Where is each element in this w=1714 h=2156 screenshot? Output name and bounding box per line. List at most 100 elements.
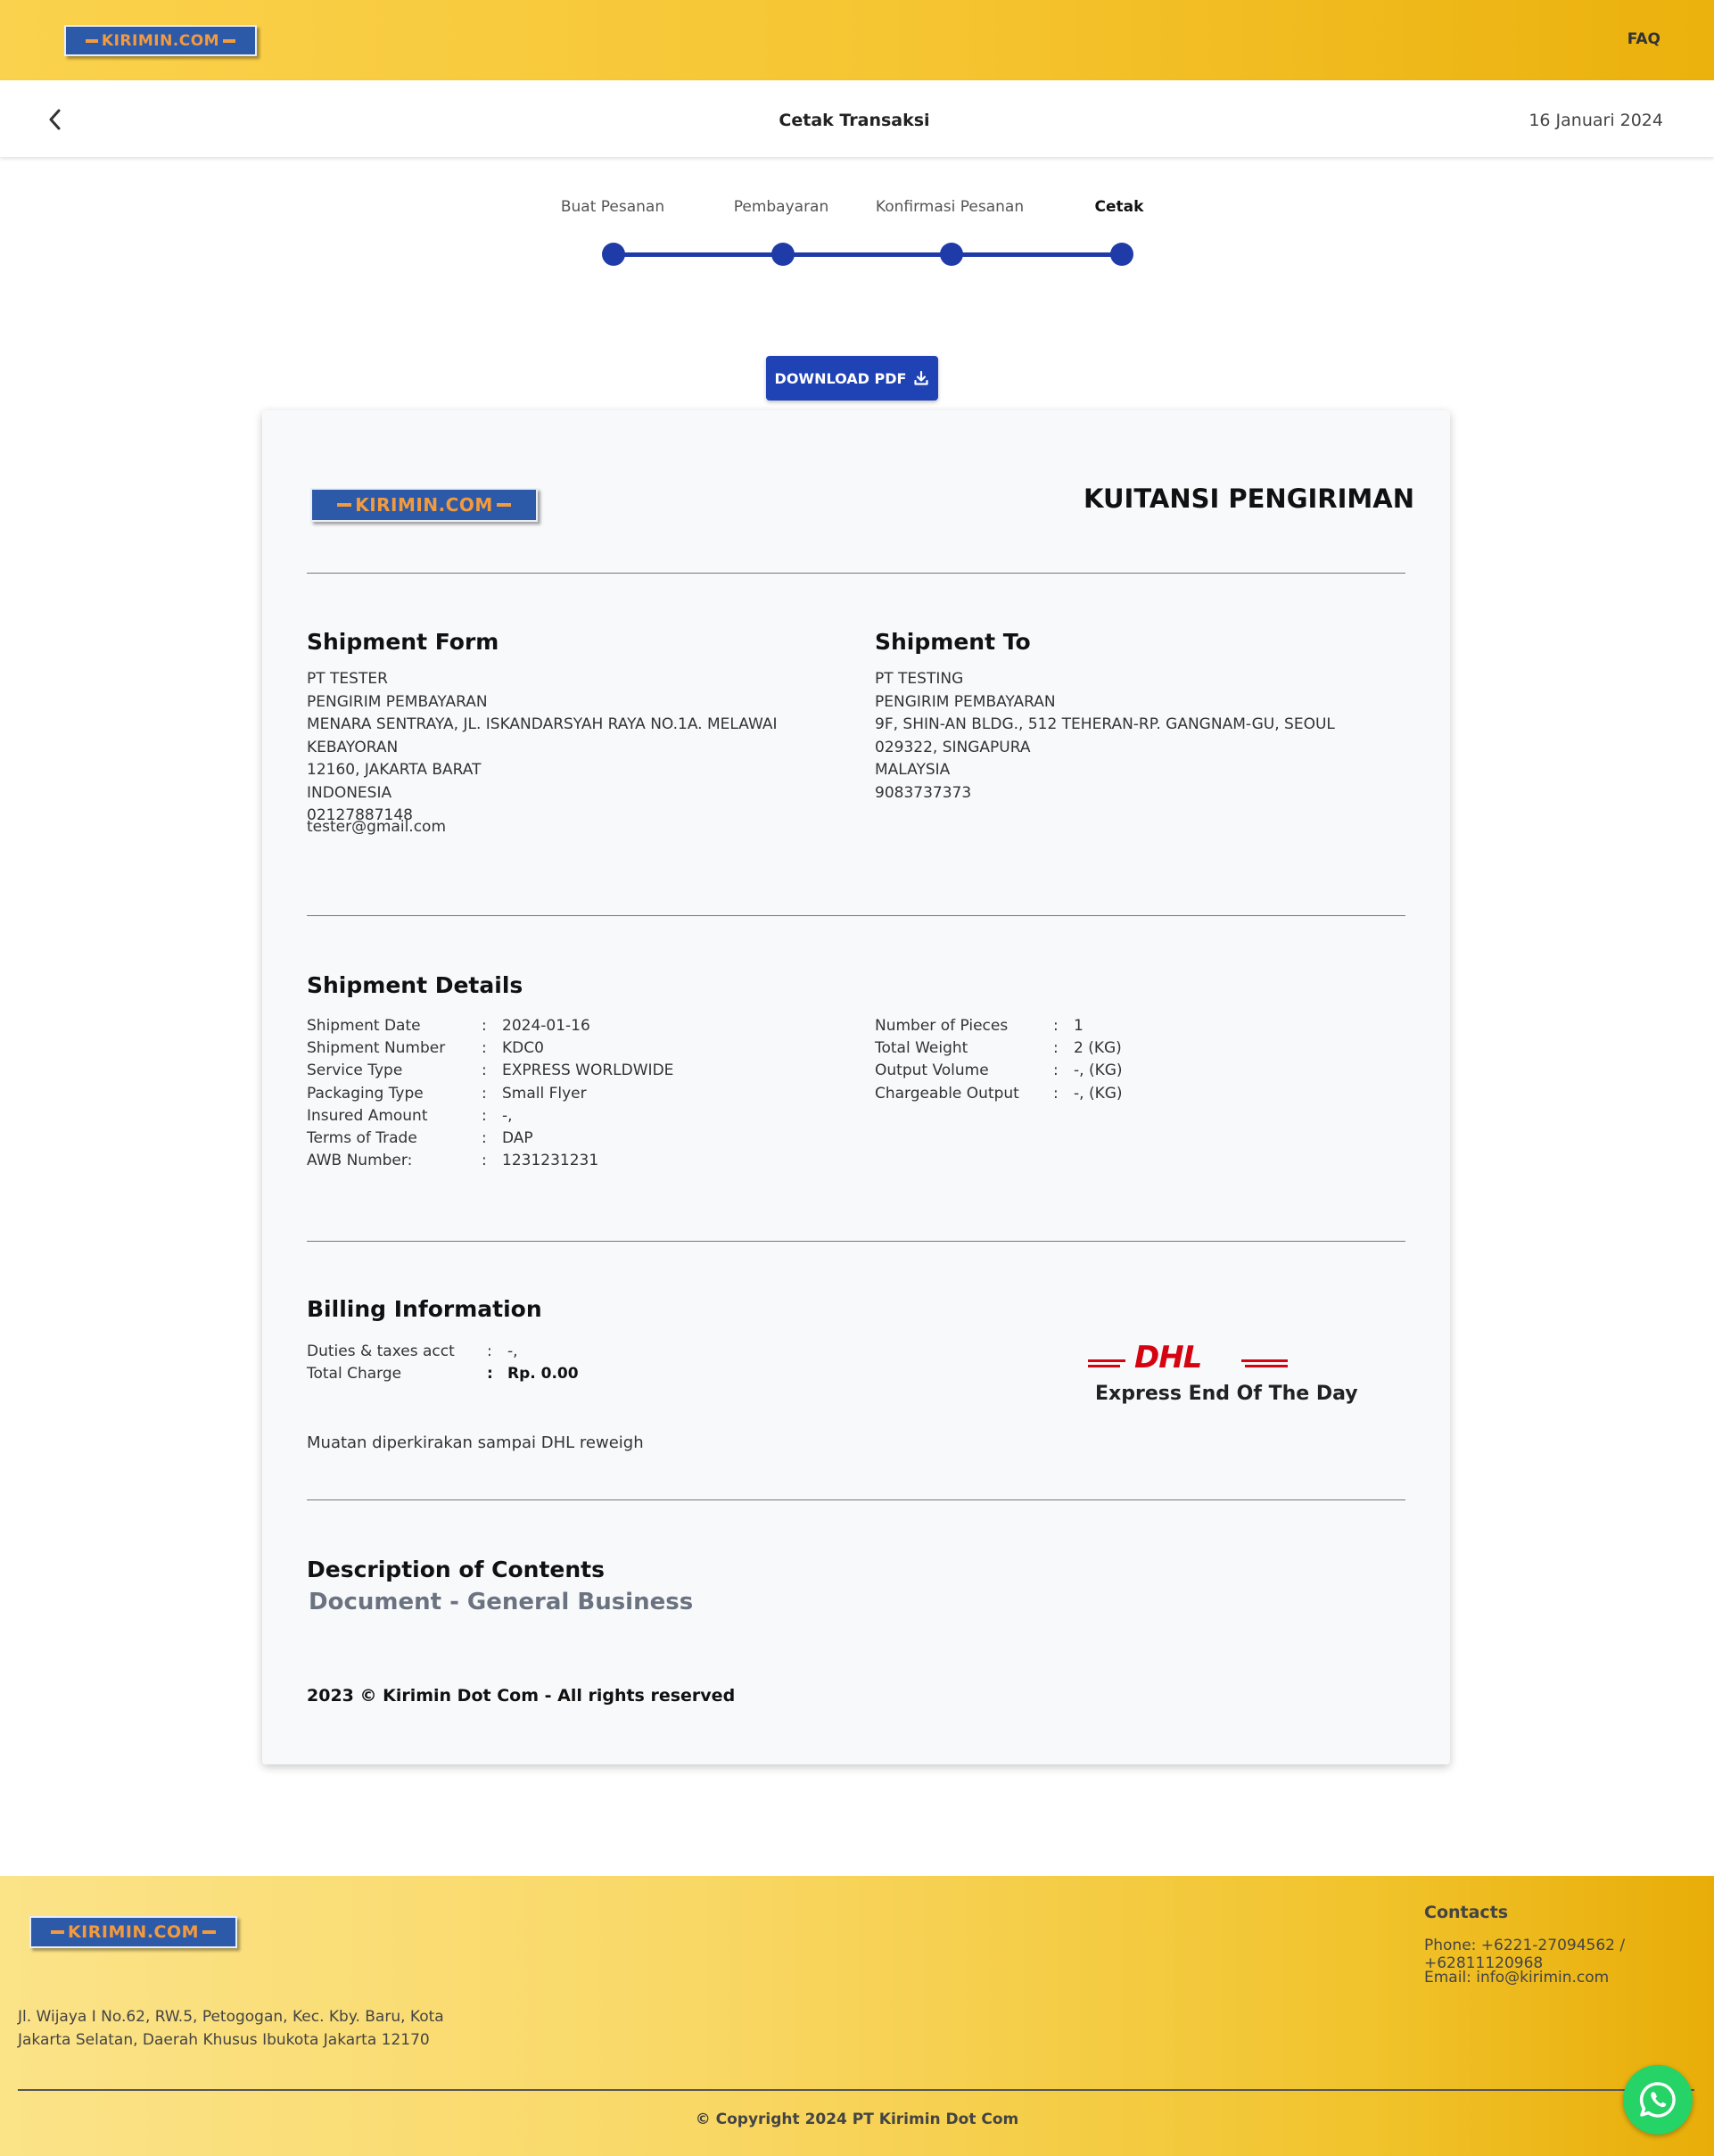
- receipt-copyright: 2023 © Kirimin Dot Com - All rights rese…: [307, 1686, 736, 1706]
- detail-label: Chargeable Output: [875, 1084, 1019, 1103]
- detail-row: Terms of Trade: DAP: [307, 1128, 806, 1150]
- billing-colon: :: [487, 1365, 493, 1384]
- step-dot-1: [602, 243, 625, 266]
- shipment-to-line: 029322, SINGAPURA: [875, 738, 1031, 756]
- footer-divider: [18, 2089, 1694, 2091]
- billing-row: Duties & taxes acct: -,: [307, 1341, 663, 1363]
- billing-note: Muatan diperkirakan sampai DHL reweigh: [307, 1433, 644, 1452]
- detail-label: Total Weight: [875, 1039, 968, 1058]
- contact-phone[interactable]: Phone: +6221-27094562 / +62811120968: [1424, 1937, 1714, 1972]
- shipment-from-line: INDONESIA: [307, 783, 392, 802]
- receipt-logo: KIRIMIN.COM: [310, 488, 538, 522]
- step-dot-3: [940, 243, 963, 266]
- detail-value: KDC0: [502, 1039, 544, 1058]
- detail-label: Terms of Trade: [307, 1128, 417, 1147]
- detail-row: Packaging Type: Small Flyer: [307, 1083, 806, 1105]
- detail-value: 1231231231: [502, 1152, 599, 1170]
- detail-label: Service Type: [307, 1061, 403, 1080]
- whatsapp-icon: [1639, 2082, 1676, 2118]
- shipment-details-right: Number of Pieces:1 Total Weight:2 (KG) O…: [875, 1015, 1374, 1105]
- detail-row: Service Type: EXPRESS WORLDWIDE: [307, 1060, 806, 1082]
- shipment-from-email: tester@gmail.com: [307, 818, 447, 836]
- detail-row: Total Weight:2 (KG): [875, 1037, 1374, 1060]
- detail-value: EXPRESS WORLDWIDE: [502, 1061, 674, 1080]
- step-label-pembayaran: Pembayaran: [733, 198, 829, 216]
- detail-row: Shipment Number: KDC0: [307, 1037, 806, 1060]
- detail-colon: :: [1053, 1084, 1059, 1103]
- detail-row: Insured Amount: -,: [307, 1105, 806, 1128]
- detail-colon: :: [1053, 1039, 1059, 1058]
- contact-email[interactable]: Email: info@kirimin.com: [1424, 1969, 1609, 1987]
- footer-logo[interactable]: KIRIMIN.COM: [29, 1916, 237, 1948]
- contacts-title: Contacts: [1424, 1903, 1509, 1922]
- detail-value: 2 (KG): [1074, 1039, 1122, 1058]
- contents-heading: Description of Contents: [307, 1557, 606, 1582]
- page-date: 16 Januari 2024: [1529, 111, 1663, 130]
- detail-label: Number of Pieces: [875, 1017, 1009, 1035]
- shipment-to-line: 9F, SHIN-AN BLDG., 512 TEHERAN-RP. GANGN…: [875, 715, 1335, 733]
- shipment-details-heading: Shipment Details: [307, 972, 523, 998]
- detail-value: DAP: [502, 1128, 533, 1147]
- step-dot-2: [771, 243, 795, 266]
- shipment-to-line: 9083737373: [875, 783, 972, 802]
- detail-value: -,: [502, 1106, 513, 1125]
- detail-label: Output Volume: [875, 1061, 989, 1080]
- contents-value: Document - General Business: [309, 1589, 694, 1615]
- whatsapp-button[interactable]: [1623, 2065, 1693, 2135]
- shipment-from-line: 12160, JAKARTA BARAT: [307, 761, 482, 779]
- step-label-konfirmasi-pesanan: Konfirmasi Pesanan: [875, 198, 1025, 216]
- detail-colon: :: [482, 1017, 487, 1035]
- service-name: Express End Of The Day: [1095, 1383, 1358, 1405]
- shipment-from-line: PT TESTER: [307, 670, 388, 688]
- shipment-to-line: PENGIRIM PEMBAYARAN: [875, 692, 1056, 711]
- detail-colon: :: [1053, 1061, 1059, 1080]
- step-label-cetak: Cetak: [1094, 198, 1144, 216]
- divider: [307, 1241, 1405, 1242]
- detail-row: Output Volume: -, (KG): [875, 1060, 1374, 1082]
- detail-row: AWB Number::1231231231: [307, 1150, 806, 1172]
- divider: [307, 1499, 1405, 1500]
- detail-colon: :: [482, 1084, 487, 1103]
- stepper-line: [614, 252, 1122, 257]
- dhl-stripe: [1245, 1365, 1288, 1367]
- shipment-from-line: MENARA SENTRAYA, JL. ISKANDARSYAH RAYA N…: [307, 715, 778, 756]
- detail-value: 1: [1074, 1017, 1084, 1035]
- detail-colon: :: [482, 1152, 487, 1170]
- download-pdf-button[interactable]: DOWNLOAD PDF: [766, 356, 938, 401]
- dhl-stripe: [1088, 1359, 1125, 1362]
- footer-address-line: Jakarta Selatan, Daerah Khusus Ibukota J…: [18, 2031, 430, 2049]
- top-bar: [0, 0, 1714, 80]
- detail-label: Packaging Type: [307, 1084, 424, 1103]
- header-logo[interactable]: KIRIMIN.COM: [64, 25, 257, 56]
- receipt-logo-text: KIRIMIN.COM: [355, 494, 493, 516]
- shipment-from-address: PT TESTER PENGIRIM PEMBAYARAN MENARA SEN…: [307, 668, 860, 828]
- shipment-to-line: MALAYSIA: [875, 761, 951, 779]
- receipt-title: KUITANSI PENGIRIMAN: [1084, 483, 1414, 514]
- shipment-details-left: Shipment Date:2024-01-16 Shipment Number…: [307, 1015, 806, 1172]
- faq-link[interactable]: FAQ: [1627, 30, 1660, 48]
- header-logo-text: KIRIMIN.COM: [101, 31, 220, 50]
- detail-row: Chargeable Output: -, (KG): [875, 1083, 1374, 1105]
- detail-colon: :: [482, 1128, 487, 1147]
- detail-label: AWB Number:: [307, 1152, 413, 1170]
- detail-label: Insured Amount: [307, 1106, 428, 1125]
- page-title: Cetak Transaksi: [779, 111, 930, 130]
- divider: [307, 573, 1405, 574]
- dhl-wordmark: DHL: [1134, 1340, 1202, 1375]
- detail-value: Small Flyer: [502, 1084, 587, 1103]
- footer-logo-text: KIRIMIN.COM: [67, 1922, 200, 1942]
- dhl-stripe: [1088, 1365, 1120, 1367]
- detail-row: Shipment Date:2024-01-16: [307, 1015, 806, 1037]
- step-dot-4: [1110, 243, 1133, 266]
- billing-value: -,: [507, 1342, 518, 1360]
- billing-label: Total Charge: [307, 1365, 402, 1384]
- detail-colon: :: [482, 1039, 487, 1058]
- billing-row: Total Charge: Rp. 0.00: [307, 1363, 663, 1385]
- footer-address: Jl. Wijaya I No.62, RW.5, Petogogan, Kec…: [18, 2005, 444, 2052]
- detail-value: 2024-01-16: [502, 1017, 590, 1035]
- detail-label: Shipment Date: [307, 1017, 421, 1035]
- download-pdf-label: DOWNLOAD PDF: [774, 369, 907, 387]
- total-charge-value: Rp. 0.00: [507, 1365, 579, 1384]
- detail-colon: :: [482, 1061, 487, 1080]
- billing-label: Duties & taxes acct: [307, 1342, 455, 1360]
